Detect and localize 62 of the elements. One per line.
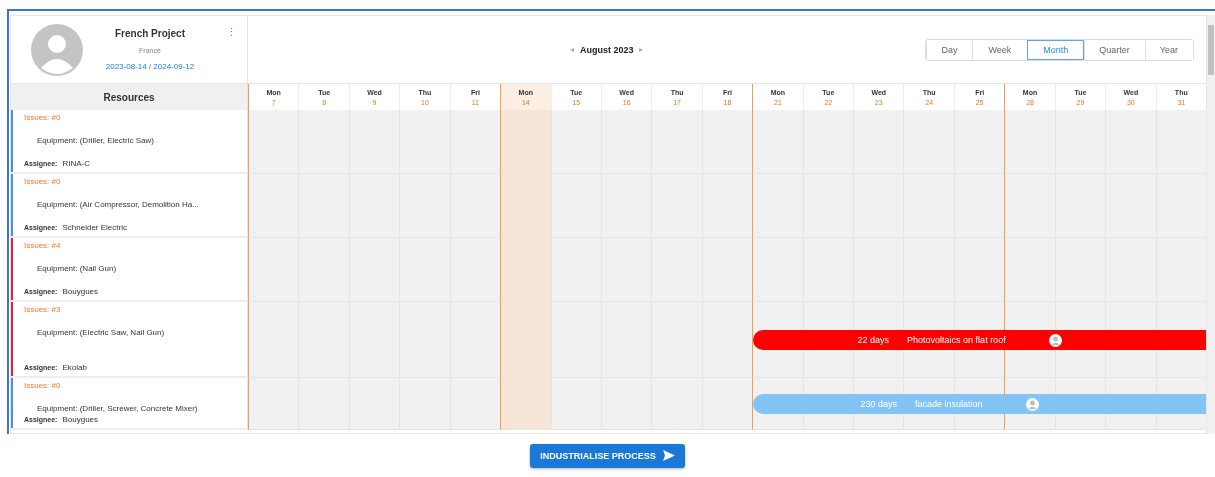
timeline-cell — [752, 110, 803, 174]
task-duration: 230 days — [860, 399, 898, 409]
send-icon — [662, 450, 675, 461]
timeline-cell — [1004, 110, 1055, 174]
timeline-cell — [550, 238, 601, 302]
timeline-cell — [248, 110, 299, 174]
assignee-name: Bouygues — [62, 287, 99, 296]
column-heading: Resources — [11, 84, 248, 110]
issues-count: Issues: #0 — [24, 177, 62, 186]
assignee-name: Schneider Electric — [62, 223, 127, 232]
timeline-cell — [752, 174, 803, 238]
avatar-icon — [31, 23, 83, 76]
timeline-cell — [449, 238, 501, 302]
equipment-list: Equipment: (Driller, Screwer, Concrete Mixer) — [37, 404, 247, 415]
timeline-cell — [500, 238, 551, 302]
timeline-cell — [298, 378, 349, 430]
timeline-cell — [500, 378, 551, 430]
issues-count: Issues: #0 — [24, 113, 62, 122]
task-duration: 22 days — [857, 335, 890, 345]
issues-count: Issues: #4 — [24, 241, 62, 250]
issues-count: Issues: #0 — [24, 381, 62, 390]
timeline-cell — [248, 238, 299, 302]
timeline-cell — [248, 378, 299, 430]
timeline-cell — [701, 378, 753, 430]
industrialise-button[interactable]: INDUSTRIALISE PROCESS — [530, 443, 685, 468]
task-bar[interactable]: 22 days Photovoltaics on flat roof — [753, 330, 1206, 350]
assignee-name: RINA-C — [62, 159, 91, 168]
view-tab[interactable]: Month — [1027, 39, 1085, 60]
timeline-cell — [1004, 238, 1055, 302]
menu-icon[interactable]: ⋮ — [226, 26, 237, 39]
timeline-cell — [550, 174, 601, 238]
user-icon — [1048, 333, 1062, 347]
timeline-cell — [651, 378, 702, 430]
view-tab[interactable]: Year — [1144, 39, 1193, 60]
timeline-cell — [399, 378, 450, 430]
timeline-cell — [449, 174, 501, 238]
task-name: Photovoltaics on flat roof — [907, 335, 1006, 345]
timeline-cell — [953, 238, 1005, 302]
equipment-list: Equipment: (Nail Gun) — [37, 264, 247, 287]
month-label: August 2023 — [579, 44, 634, 55]
timeline-cell — [449, 378, 501, 430]
equipment-list: Equipment: (Electric Saw, Nail Gun) — [37, 328, 247, 363]
assignee-name: Ekolab — [62, 363, 87, 372]
equipment-list: Equipment: (Air Compressor, Demolition Ha... — [37, 200, 247, 223]
timeline-cell — [701, 174, 753, 238]
timeline-cell — [752, 238, 803, 302]
equipment-list: Equipment: (Driller, Electric Saw) — [37, 136, 247, 159]
task-name: facade insulation — [915, 399, 983, 409]
timeline-cell — [953, 174, 1005, 238]
user-icon — [1025, 397, 1039, 411]
assignee-name: Bouygues — [62, 415, 99, 424]
scrollbar[interactable] — [1207, 15, 1215, 434]
timeline-cell — [550, 378, 601, 430]
timeline-cell — [600, 378, 652, 430]
timeline-cell — [701, 238, 753, 302]
timeline-cell — [248, 174, 299, 238]
timeline-cell — [1004, 174, 1055, 238]
issues-count: Issues: #3 — [24, 305, 62, 314]
timeline-cell — [348, 378, 400, 430]
project-dates: 2023-08-14 / 2024-09-12 — [105, 62, 195, 71]
project-title: French Project — [115, 28, 185, 39]
timeline-cell — [500, 174, 551, 238]
